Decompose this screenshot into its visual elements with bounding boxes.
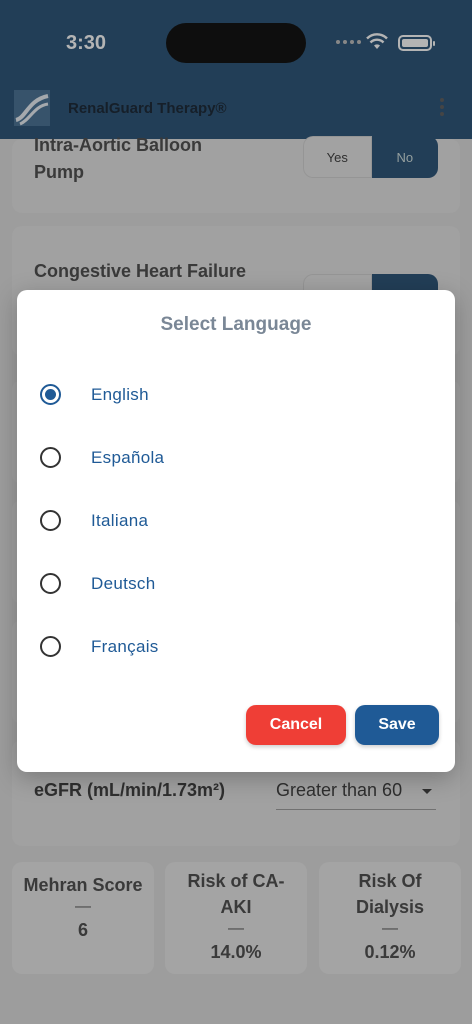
language-option-english[interactable]: English <box>17 370 455 420</box>
language-label: Deutsch <box>91 574 156 593</box>
radio-unselected-icon[interactable] <box>40 636 61 657</box>
radio-unselected-icon[interactable] <box>40 510 61 531</box>
language-option-francais[interactable]: Français <box>17 622 455 672</box>
language-option-italiana[interactable]: Italiana <box>17 496 455 546</box>
language-option-espanola[interactable]: Española <box>17 433 455 483</box>
radio-unselected-icon[interactable] <box>40 447 61 468</box>
save-button[interactable]: Save <box>355 705 439 745</box>
radio-unselected-icon[interactable] <box>40 573 61 594</box>
language-label: English <box>91 385 149 404</box>
dialog-title: Select Language <box>160 314 312 335</box>
language-dialog: Select Language English Española Italian… <box>17 290 455 772</box>
language-label: Français <box>91 637 159 656</box>
cancel-button[interactable]: Cancel <box>246 705 346 745</box>
radio-selected-icon[interactable] <box>40 384 61 405</box>
language-option-deutsch[interactable]: Deutsch <box>17 559 455 609</box>
language-label: Española <box>91 448 165 467</box>
language-label: Italiana <box>91 511 149 530</box>
